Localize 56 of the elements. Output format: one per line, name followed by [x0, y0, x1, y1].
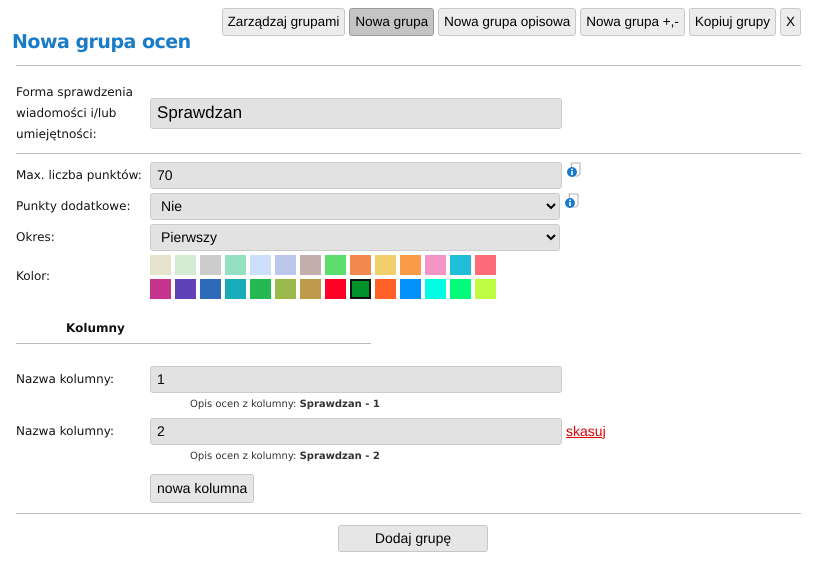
delete-link[interactable]: skasuj: [566, 420, 606, 442]
toolbar-button[interactable]: Nowa grupa opisowa: [438, 8, 576, 36]
color-swatch[interactable]: [200, 254, 221, 274]
page-title: Nowa grupa ocen: [12, 30, 191, 55]
color-swatch[interactable]: [325, 278, 346, 298]
color-swatch[interactable]: [175, 254, 196, 274]
color-swatch[interactable]: [400, 254, 421, 274]
section-heading: Kolumny: [66, 320, 126, 336]
color-swatch[interactable]: [350, 278, 371, 298]
text-field[interactable]: Sprawdzan: [150, 98, 562, 128]
color-swatch[interactable]: [375, 278, 396, 298]
color-swatch[interactable]: [325, 254, 346, 274]
info-icon[interactable]: [564, 192, 580, 208]
color-swatch[interactable]: [200, 278, 221, 298]
color-swatch[interactable]: [150, 278, 171, 298]
color-swatch[interactable]: [250, 254, 271, 274]
field-label: Okres:: [16, 228, 56, 246]
color-swatch[interactable]: [150, 254, 171, 274]
info-icon[interactable]: [566, 162, 582, 178]
toolbar-button[interactable]: X: [780, 8, 801, 36]
color-swatch[interactable]: [225, 254, 246, 274]
color-swatch[interactable]: [300, 278, 321, 298]
field-label: Nazwa kolumny:: [16, 370, 115, 388]
color-swatch[interactable]: [400, 278, 421, 298]
dropdown[interactable]: Nie: [150, 192, 560, 220]
color-swatch[interactable]: [425, 254, 446, 274]
color-swatch[interactable]: [475, 278, 496, 298]
color-swatch[interactable]: [175, 278, 196, 298]
color-swatch[interactable]: [350, 254, 371, 274]
color-swatch[interactable]: [475, 254, 496, 274]
field-label: Kolor:: [16, 268, 52, 285]
column-description: Opis ocen z kolumny: Sprawdzan - 2: [190, 450, 381, 464]
dropdown[interactable]: Pierwszy: [150, 224, 560, 250]
field-label: Forma sprawdzenia wiadomości i/lub umiejętności:: [16, 84, 134, 142]
toolbar-button[interactable]: Zarządzaj grupami: [222, 8, 346, 36]
color-swatch[interactable]: [425, 278, 446, 298]
add-column-button[interactable]: nowa kolumna: [150, 474, 254, 502]
field-label: Punkty dodatkowe:: [16, 198, 132, 214]
color-swatch[interactable]: [450, 278, 471, 298]
text-field[interactable]: 70: [150, 162, 562, 188]
toolbar-button[interactable]: Nowa grupa: [349, 8, 434, 36]
color-swatch[interactable]: [375, 254, 396, 274]
field-label: Nazwa kolumny:: [16, 422, 115, 440]
color-swatch[interactable]: [225, 278, 246, 298]
color-swatch[interactable]: [275, 278, 296, 298]
field-label: Max. liczba punktów:: [16, 166, 143, 184]
color-swatch[interactable]: [250, 278, 271, 298]
text-field[interactable]: 1: [150, 366, 562, 392]
color-swatch[interactable]: [450, 254, 471, 274]
toolbar-button[interactable]: Nowa grupa +,-: [580, 8, 685, 36]
toolbar-button[interactable]: Kopiuj grupy: [688, 8, 776, 36]
column-description: Opis ocen z kolumny: Sprawdzan - 1: [190, 398, 381, 412]
text-field[interactable]: 2: [150, 418, 562, 444]
color-swatch[interactable]: [300, 254, 321, 274]
color-swatch[interactable]: [275, 254, 296, 274]
submit-button[interactable]: Dodaj grupę: [338, 524, 488, 552]
